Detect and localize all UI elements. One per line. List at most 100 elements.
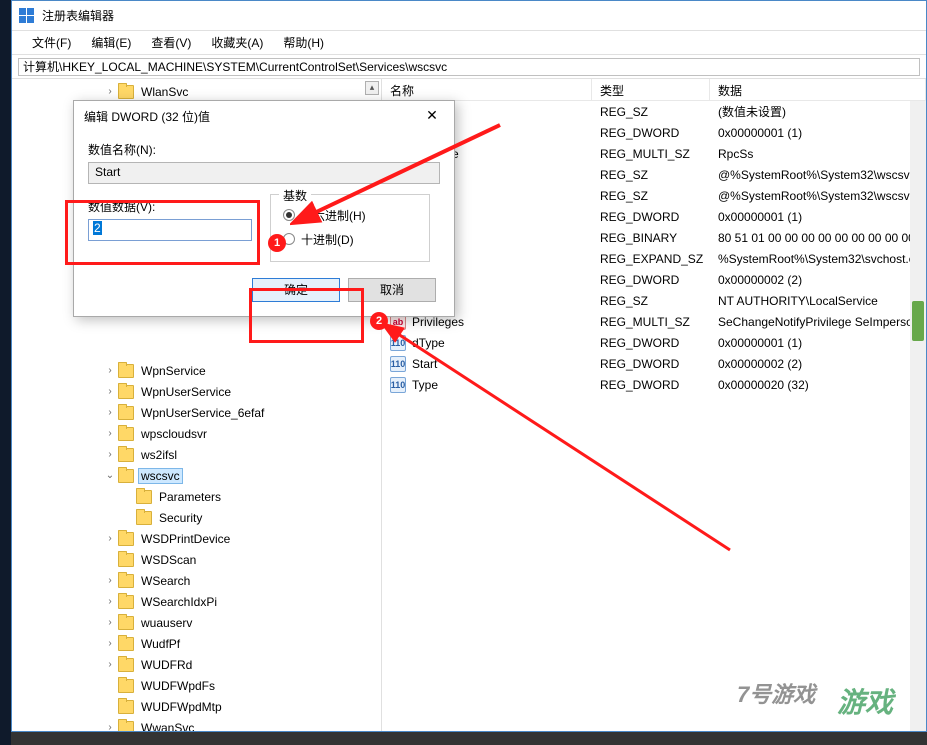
tree-item[interactable]: WUDFWpdFs [12, 675, 381, 696]
chevron-down-icon[interactable]: ⌄ [102, 470, 118, 481]
binary-value-icon: 110 [390, 356, 406, 372]
list-row[interactable]: abhREG_EXPAND_SZ%SystemRoot%\System32\sv… [382, 248, 926, 269]
regedit-icon [18, 8, 34, 24]
list-row[interactable]: abnServiceREG_MULTI_SZRpcSs [382, 143, 926, 164]
chevron-right-icon[interactable]: › [102, 365, 118, 376]
addressbar: 计算机\HKEY_LOCAL_MACHINE\SYSTEM\CurrentCon… [12, 55, 926, 79]
address-input[interactable]: 计算机\HKEY_LOCAL_MACHINE\SYSTEM\CurrentCon… [18, 58, 920, 76]
tree-item-label: WUDFRd [138, 657, 195, 673]
list-row[interactable]: 110ionsREG_BINARY80 51 01 00 00 00 00 00… [382, 227, 926, 248]
folder-icon [118, 553, 134, 567]
tree-item[interactable]: ›WpnService [12, 360, 381, 381]
tree-item[interactable]: ›WSDPrintDevice [12, 528, 381, 549]
tree-item[interactable]: › WlanSvc [12, 81, 381, 102]
list-row[interactable]: 110StartREG_DWORD0x00000002 (2) [382, 353, 926, 374]
tree-item[interactable]: ⌄ wscsvc [12, 465, 381, 486]
value-name: Start [412, 357, 437, 371]
value-type: REG_SZ [592, 189, 710, 203]
chevron-right-icon[interactable]: › [102, 533, 118, 544]
list-row[interactable]: abameREG_SZ@%SystemRoot%\System32\wscsvc… [382, 185, 926, 206]
chevron-right-icon[interactable]: › [102, 428, 118, 439]
value-data-input[interactable]: 2 [88, 219, 252, 241]
tree-item-label: ws2ifsl [138, 447, 180, 463]
tree-item[interactable]: Security [12, 507, 381, 528]
value-type: REG_DWORD [592, 210, 710, 224]
col-data[interactable]: 数据 [710, 79, 926, 100]
radio-dec-label: 十进制(D) [301, 231, 354, 248]
tree-item[interactable]: ›wpscloudsvr [12, 423, 381, 444]
chevron-right-icon[interactable]: › [102, 386, 118, 397]
list-header: 名称 类型 数据 [382, 79, 926, 101]
tree-item[interactable]: › WSearch [12, 570, 381, 591]
list-row[interactable]: abmeREG_SZNT AUTHORITY\LocalService [382, 290, 926, 311]
radio-dec[interactable]: 十进制(D) [283, 227, 417, 251]
folder-icon [118, 427, 134, 441]
tree-item[interactable]: › WUDFRd [12, 654, 381, 675]
cancel-button[interactable]: 取消 [348, 278, 436, 302]
folder-icon [118, 637, 134, 651]
tree-item[interactable]: Parameters [12, 486, 381, 507]
col-name[interactable]: 名称 [382, 79, 592, 100]
folder-icon [118, 595, 134, 609]
list-pane[interactable]: 名称 类型 数据 abREG_SZ(数值未设置)110utoStartREG_D… [382, 79, 926, 731]
folder-icon [118, 616, 134, 630]
close-icon[interactable]: ✕ [412, 103, 452, 129]
tree-item[interactable]: › WudfPf [12, 633, 381, 654]
list-row[interactable]: 110dTypeREG_DWORD0x00000001 (1) [382, 332, 926, 353]
value-name-input[interactable]: Start [88, 162, 440, 184]
menu-favorites[interactable]: 收藏夹(A) [201, 32, 273, 53]
chevron-right-icon[interactable]: › [102, 638, 118, 649]
base-groupbox: 基数 十六进制(H) 十进制(D) [270, 194, 430, 262]
list-row[interactable]: 110TypeREG_DWORD0x00000020 (32) [382, 374, 926, 395]
chevron-right-icon[interactable]: › [102, 596, 118, 607]
ok-button[interactable]: 确定 [252, 278, 340, 302]
tree-item-label: WudfPf [138, 636, 183, 652]
value-data: %SystemRoot%\System32\svchost.ex [710, 252, 926, 266]
tree-item[interactable]: ›WwanSvc [12, 717, 381, 731]
tree-item[interactable]: WUDFWpdMtp [12, 696, 381, 717]
folder-icon [118, 364, 134, 378]
menu-view[interactable]: 查看(V) [141, 32, 201, 53]
tree-item[interactable]: ›WpnUserService [12, 381, 381, 402]
tree-item-label: wscsvc [138, 468, 183, 484]
menu-help[interactable]: 帮助(H) [273, 32, 334, 53]
value-type: REG_DWORD [592, 357, 710, 371]
value-data: @%SystemRoot%\System32\wscsvc.d [710, 168, 926, 182]
chevron-right-icon[interactable]: › [102, 449, 118, 460]
tree-item-label: WlanSvc [138, 84, 191, 100]
tree-item-label: WSearch [138, 573, 193, 589]
tree-item[interactable]: ›wuauserv [12, 612, 381, 633]
tree-item[interactable]: ›WpnUserService_6efaf [12, 402, 381, 423]
scrollbar-thumb[interactable] [912, 301, 924, 341]
menubar: 文件(F) 编辑(E) 查看(V) 收藏夹(A) 帮助(H) [12, 31, 926, 55]
chevron-right-icon[interactable]: › [102, 86, 118, 97]
window-title: 注册表编辑器 [42, 7, 114, 24]
list-row[interactable]: abREG_SZ(数值未设置) [382, 101, 926, 122]
titlebar[interactable]: 注册表编辑器 [12, 1, 926, 31]
chevron-right-icon[interactable]: › [102, 659, 118, 670]
value-type: REG_DWORD [592, 126, 710, 140]
value-data: 0x00000001 (1) [710, 126, 926, 140]
list-row[interactable]: abonREG_SZ@%SystemRoot%\System32\wscsvc.… [382, 164, 926, 185]
radio-hex[interactable]: 十六进制(H) [283, 203, 417, 227]
tree-item[interactable]: › ws2ifsl [12, 444, 381, 465]
dialog-titlebar[interactable]: 编辑 DWORD (32 位)值 ✕ [74, 101, 454, 131]
list-scrollbar[interactable] [910, 101, 926, 731]
folder-icon [136, 490, 152, 504]
chevron-right-icon[interactable]: › [102, 575, 118, 586]
tree-item[interactable]: ›WSearchIdxPi [12, 591, 381, 612]
list-row[interactable]: 110otectedREG_DWORD0x00000002 (2) [382, 269, 926, 290]
value-data: 0x00000001 (1) [710, 210, 926, 224]
list-row[interactable]: 110utoStartREG_DWORD0x00000001 (1) [382, 122, 926, 143]
value-data: 80 51 01 00 00 00 00 00 00 00 00 00 [710, 231, 926, 245]
chevron-right-icon[interactable]: › [102, 722, 118, 731]
list-row[interactable]: abPrivilegesREG_MULTI_SZSeChangeNotifyPr… [382, 311, 926, 332]
chevron-right-icon[interactable]: › [102, 617, 118, 628]
list-row[interactable]: 110trolREG_DWORD0x00000001 (1) [382, 206, 926, 227]
col-type[interactable]: 类型 [592, 79, 710, 100]
menu-file[interactable]: 文件(F) [22, 32, 81, 53]
value-type: REG_MULTI_SZ [592, 315, 710, 329]
tree-item[interactable]: WSDScan [12, 549, 381, 570]
chevron-right-icon[interactable]: › [102, 407, 118, 418]
menu-edit[interactable]: 编辑(E) [81, 32, 141, 53]
